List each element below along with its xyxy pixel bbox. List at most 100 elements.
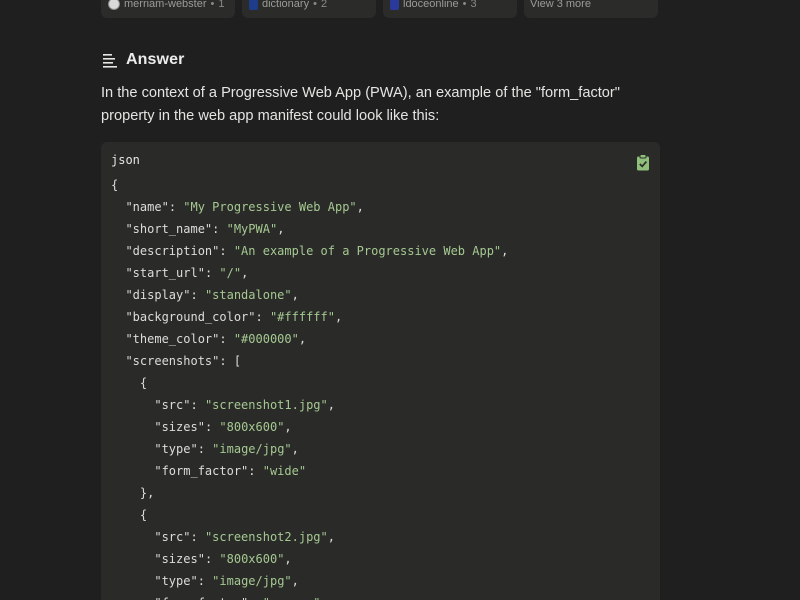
clipboard-check-icon[interactable] xyxy=(636,154,650,171)
code-token-punctuation: : xyxy=(190,398,205,412)
code-line: "type": "image/jpg", xyxy=(111,438,508,460)
code-token-string: "800x600" xyxy=(219,420,285,434)
ldoceonline-favicon-icon xyxy=(390,0,399,10)
code-token-key: "name" xyxy=(125,200,169,214)
code-token-punctuation: , xyxy=(277,222,285,236)
code-token-punctuation: : xyxy=(204,420,220,434)
source-card-dictionary[interactable]: dictionary • 2 xyxy=(242,0,376,18)
code-token-punctuation: , xyxy=(501,244,509,258)
dictionary-favicon-icon xyxy=(249,0,258,10)
answer-intro-text: In the context of a Progressive Web App … xyxy=(101,85,620,124)
code-token-punctuation xyxy=(111,574,154,588)
code-token-key: "type" xyxy=(154,442,198,456)
code-token-key: "background_color" xyxy=(125,310,256,324)
code-line: { xyxy=(111,504,508,526)
code-token-string: "An example of a Progressive Web App" xyxy=(233,244,502,258)
merriam-webster-favicon-icon xyxy=(108,0,120,10)
code-token-key: "type" xyxy=(154,574,198,588)
source-card-merriam-webster[interactable]: merriam-webster • 1 xyxy=(101,0,235,18)
code-token-punctuation xyxy=(111,244,125,258)
code-line: "form_factor": "wide" xyxy=(111,460,508,482)
code-token-key: "form_factor" xyxy=(154,596,248,600)
code-token-punctuation: }, xyxy=(111,486,155,500)
code-token-punctuation xyxy=(111,288,125,302)
code-token-punctuation: , xyxy=(334,310,343,324)
code-token-punctuation: : xyxy=(219,244,234,258)
code-token-key: "sizes" xyxy=(154,552,205,566)
code-token-punctuation: : xyxy=(248,596,262,600)
code-token-punctuation: , xyxy=(356,200,364,214)
view-more-content: View 3 more xyxy=(530,0,591,10)
source-number: 2 xyxy=(320,0,328,10)
code-language-label: json xyxy=(111,153,140,167)
code-token-punctuation: , xyxy=(327,530,335,544)
source-name: ldoceonline xyxy=(403,0,459,10)
answer-lines-icon xyxy=(103,54,117,68)
code-token-string: "MyPWA" xyxy=(226,222,278,236)
code-token-punctuation xyxy=(111,596,154,600)
code-token-punctuation xyxy=(111,266,125,280)
code-token-punctuation xyxy=(111,420,154,434)
code-token-string: "#ffffff" xyxy=(269,310,335,324)
view-more-sources-button[interactable]: View 3 more xyxy=(524,0,658,18)
source-separator: • xyxy=(462,0,467,10)
answer-page: merriam-webster • 1 dictionary • 2 ldoce… xyxy=(0,0,800,600)
code-token-punctuation: { xyxy=(111,178,119,192)
code-line: }, xyxy=(111,482,508,504)
code-content: { "name": "My Progressive Web App", "sho… xyxy=(111,174,508,600)
source-separator: • xyxy=(210,0,215,10)
code-token-punctuation xyxy=(111,354,125,368)
code-token-punctuation: { xyxy=(111,376,148,390)
code-token-string: "wide" xyxy=(262,464,307,478)
code-line: "theme_color": "#000000", xyxy=(111,328,508,350)
source-number: 3 xyxy=(470,0,477,10)
code-token-string: "standalone" xyxy=(204,288,292,302)
code-line: "name": "My Progressive Web App", xyxy=(111,196,508,218)
code-token-punctuation: : xyxy=(168,200,184,214)
code-token-punctuation: , xyxy=(327,398,335,412)
code-token-punctuation: : xyxy=(248,464,263,478)
source-name: dictionary xyxy=(262,0,310,10)
code-token-key: "theme_color" xyxy=(125,332,220,346)
code-token-key: "src" xyxy=(154,398,191,412)
code-token-key: "form_factor" xyxy=(154,464,249,478)
code-line: "src": "screenshot1.jpg", xyxy=(111,394,508,416)
code-token-punctuation xyxy=(111,200,125,214)
code-token-punctuation xyxy=(111,464,154,478)
code-token-string: "screenshot1.jpg" xyxy=(204,398,328,412)
code-token-punctuation: , xyxy=(291,288,299,302)
code-token-string: "My Progressive Web App" xyxy=(183,200,357,214)
code-line: { xyxy=(111,372,508,394)
code-token-punctuation: : xyxy=(190,288,205,302)
code-line: "display": "standalone", xyxy=(111,284,508,306)
code-line: "src": "screenshot2.jpg", xyxy=(111,526,508,548)
code-token-punctuation: , xyxy=(241,266,249,280)
code-token-string: "image/jpg" xyxy=(212,442,292,456)
code-token-key: "src" xyxy=(154,530,191,544)
code-line: "description": "An example of a Progress… xyxy=(111,240,508,262)
code-line: "form_factor": "narrow" xyxy=(111,592,508,600)
code-token-punctuation xyxy=(111,530,154,544)
code-token-punctuation xyxy=(111,310,125,324)
code-token-punctuation xyxy=(111,552,154,566)
code-line: "background_color": "#ffffff", xyxy=(111,306,508,328)
code-token-key: "screenshots" xyxy=(125,354,220,368)
code-line: "start_url": "/", xyxy=(111,262,508,284)
code-token-punctuation: : xyxy=(197,574,213,588)
answer-header: Answer xyxy=(102,51,184,69)
code-token-punctuation xyxy=(111,332,125,346)
code-token-key: "short_name" xyxy=(125,222,213,236)
code-token-punctuation xyxy=(111,442,154,456)
code-token-punctuation: , xyxy=(284,420,292,434)
code-token-string: "800x600" xyxy=(219,552,285,566)
code-line: { xyxy=(111,174,508,196)
code-token-punctuation: , xyxy=(291,442,299,456)
code-token-punctuation: , xyxy=(298,332,307,346)
source-card-ldoceonline[interactable]: ldoceonline • 3 xyxy=(383,0,517,18)
code-token-string: "narrow" xyxy=(263,596,321,600)
code-line: "sizes": "800x600", xyxy=(111,548,508,570)
code-token-punctuation: , xyxy=(284,552,292,566)
code-token-key: "display" xyxy=(125,288,191,302)
code-token-punctuation: { xyxy=(111,508,148,522)
code-token-punctuation: : xyxy=(255,310,270,324)
